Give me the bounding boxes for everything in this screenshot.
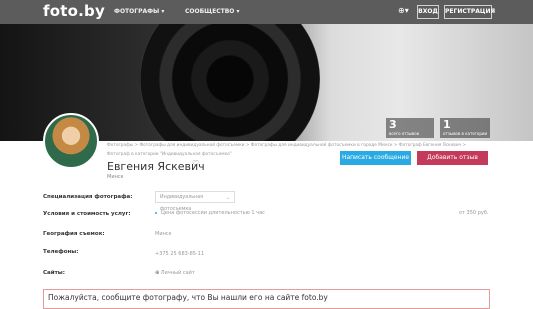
register-button[interactable]: РЕГИСТРАЦИЯ [444,5,495,19]
chevron-down-icon: ⌄ [225,195,230,201]
avatar [43,113,99,169]
stat-number: 3 [389,118,397,131]
conditions-price: от 350 руб. [459,210,489,216]
stat-number: 1 [443,118,451,131]
stat-label: всего отзывов [389,131,420,136]
specialization-select[interactable]: Индивидуальная фотосъемка ⌄ [155,191,235,212]
conditions-value: Цена фотосессии длительностью 1 час [161,210,265,216]
contact-notice: Пожалуйста, сообщите фотографу, что Вы н… [43,289,490,309]
nav-photographers[interactable]: ФОТОГРАФЫ ▾ [114,8,164,15]
stat-category-reviews[interactable]: 1 отзывов в категории [440,118,490,138]
favorite-heart-icon[interactable]: ♡ [192,159,199,168]
stat-label: отзывов в категории [443,131,488,136]
geography-label: География съемок: [43,231,105,237]
login-button[interactable]: ВХОД [417,5,439,19]
category-caption: Фотограф в категории "Индивидуальная фот… [107,152,232,157]
top-header: foto.by ФОТОГРАФЫ ▾ СООБЩЕСТВО ▾ ⊕▾ ВХОД… [0,0,533,24]
site-label: Личный сайт [160,270,195,276]
photographer-name: Евгения Яскевич [107,160,205,173]
photographer-city: Минск [107,174,124,180]
specialization-label: Специализация фотографа: [43,194,133,200]
personal-site-link[interactable]: ⊕ Личный сайт [155,270,195,276]
send-message-button[interactable]: Написать сообщение [340,151,411,165]
phones-value[interactable]: +375 25 683-85-11 [155,251,204,257]
language-globe-icon[interactable]: ⊕▾ [398,6,409,15]
bullet-icon [155,211,157,214]
site-logo[interactable]: foto.by [43,2,105,20]
camera-lens-image [140,24,320,141]
globe-icon: ⊕ [155,270,160,276]
conditions-label: Условия и стоимость услуг: [43,211,131,217]
add-review-button[interactable]: Добавить отзыв [417,151,488,165]
sites-label: Сайты: [43,270,65,276]
stat-total-reviews[interactable]: 3 всего отзывов [386,118,434,138]
phones-label: Телефоны: [43,249,79,255]
geography-value: Минск [155,231,172,237]
breadcrumb[interactable]: Фотографы > Фотографы для индивидуальной… [107,143,466,148]
conditions-item: Цена фотосессии длительностью 1 час [155,210,265,216]
nav-community[interactable]: СООБЩЕСТВО ▾ [185,8,240,15]
